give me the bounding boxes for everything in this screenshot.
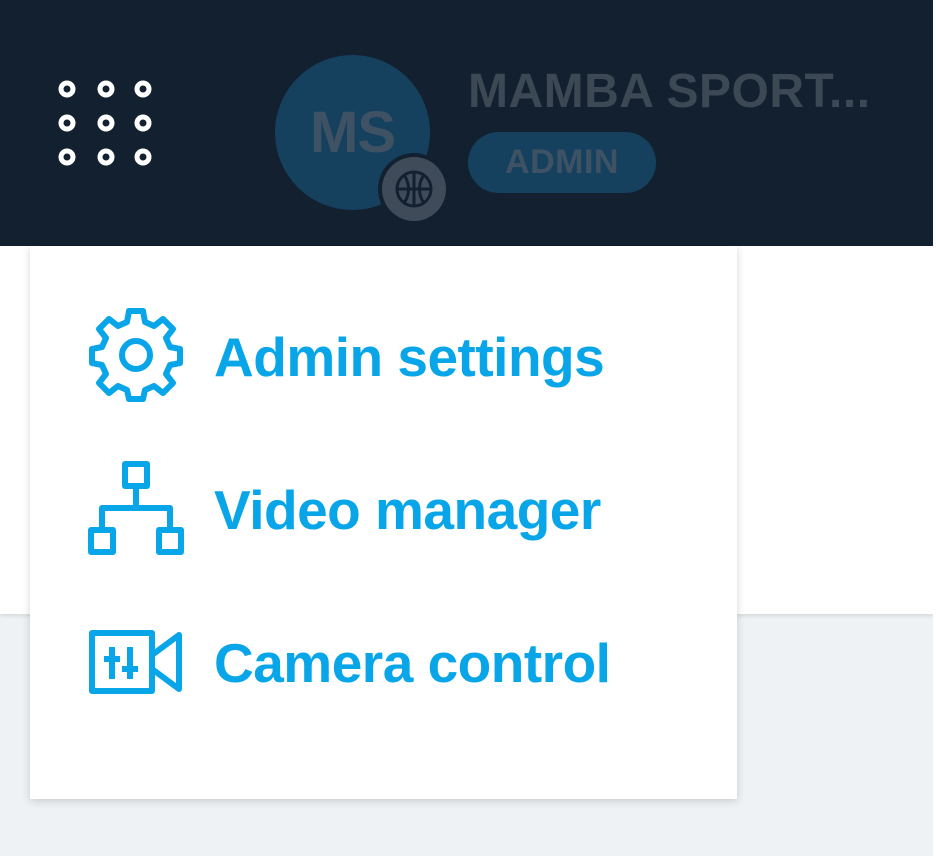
org-name[interactable]: MAMBA SPORT... — [468, 64, 871, 119]
gear-icon — [89, 308, 183, 402]
role-badge: ADMIN — [468, 132, 656, 193]
top-bar: MS MAMBA SPORT... ADMIN — [0, 0, 934, 246]
menu-item-label: Admin settings — [214, 326, 605, 388]
basketball-icon — [382, 157, 446, 221]
menu-item-camera-control[interactable]: Camera control — [30, 609, 737, 719]
sitemap-icon — [88, 461, 184, 555]
menu-item-admin-settings[interactable]: Admin settings — [30, 301, 737, 411]
grid-dots-icon[interactable] — [56, 76, 160, 174]
camera-control-icon — [89, 630, 182, 694]
menu-item-video-manager[interactable]: Video manager — [30, 456, 737, 566]
menu-item-label: Camera control — [214, 632, 611, 694]
menu-item-label: Video manager — [214, 479, 601, 541]
apps-dropdown-menu: Admin settings Video manager Camera cont… — [30, 246, 737, 799]
